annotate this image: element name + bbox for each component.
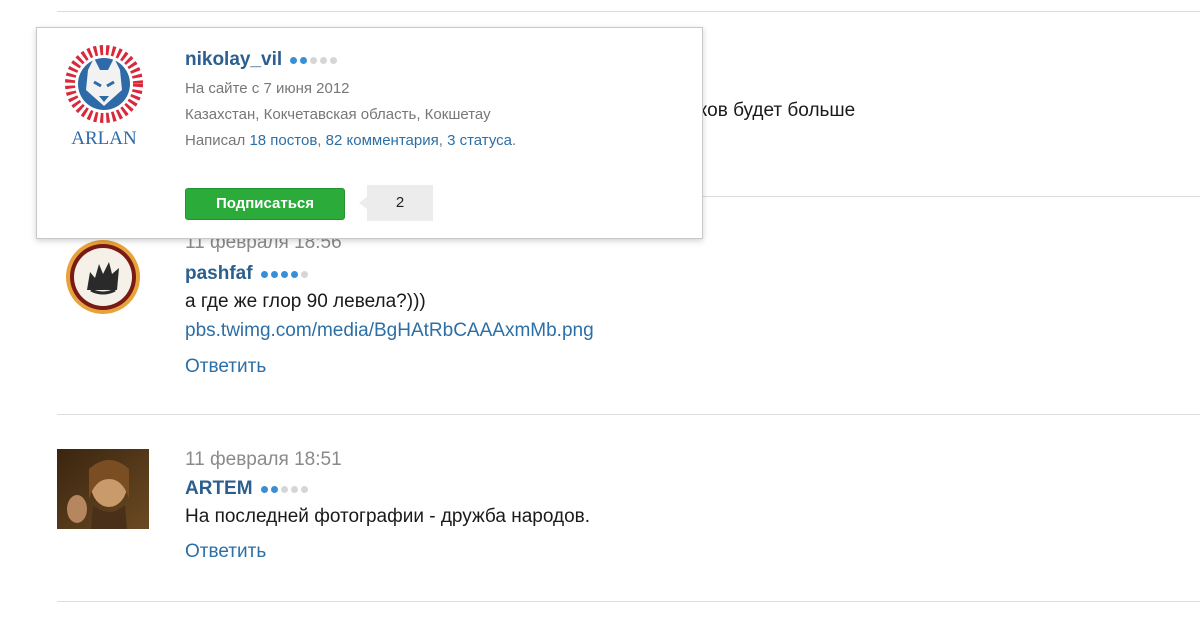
comment-text-partial: иков будет больше bbox=[688, 100, 856, 121]
subscribe-button[interactable]: Подписаться bbox=[185, 188, 345, 220]
comment-author[interactable]: pashfaf bbox=[185, 262, 308, 286]
avatar[interactable]: ARLAN bbox=[55, 42, 153, 152]
rating-dots bbox=[260, 270, 308, 278]
avatar-logo-text: ARLAN bbox=[71, 128, 137, 149]
stats-end: . bbox=[512, 132, 517, 149]
member-since: На сайте с 7 июня 2012 bbox=[185, 80, 350, 97]
avatar[interactable] bbox=[57, 449, 149, 529]
rating-dots bbox=[260, 485, 308, 493]
posts-link[interactable]: 18 постов bbox=[249, 132, 317, 149]
subscribers-count: 2 bbox=[359, 185, 433, 221]
stats-separator: , bbox=[317, 132, 326, 149]
username-label[interactable]: nikolay_vil bbox=[185, 48, 282, 72]
stats-separator: , bbox=[438, 132, 448, 149]
statuses-link[interactable]: 3 статуса bbox=[447, 132, 512, 149]
comment-text: а где же глор 90 левела?))) bbox=[185, 291, 426, 312]
comment-author[interactable]: ARTEM bbox=[185, 477, 308, 501]
comment-divider bbox=[57, 601, 1200, 602]
reply-button[interactable]: Ответить bbox=[185, 352, 594, 382]
user-name[interactable]: nikolay_vil bbox=[185, 48, 338, 72]
user-stats: Написал 18 постов, 82 комментария, 3 ста… bbox=[185, 128, 516, 154]
comment-text: На последней фотографии - дружба народов… bbox=[185, 506, 591, 527]
comment-divider bbox=[57, 414, 1200, 415]
comments-link[interactable]: 82 комментария bbox=[326, 132, 439, 149]
user-location: Казахстан, Кокчетавская область, Кокшета… bbox=[185, 106, 491, 123]
comment-date: 11 февраля 18:51 bbox=[185, 449, 342, 470]
rating-dots bbox=[290, 56, 338, 64]
avatar[interactable] bbox=[57, 238, 149, 316]
reply-button[interactable]: Ответить bbox=[185, 537, 590, 567]
user-card-popup: ARLAN nikolay_vil На сайте с 7 июня 2012… bbox=[36, 27, 703, 239]
author-name[interactable]: pashfaf bbox=[185, 262, 253, 286]
comment-link[interactable]: pbs.twimg.com/media/BgHAtRbCAAAxmMb.png bbox=[185, 316, 594, 346]
stats-prefix: Написал bbox=[185, 132, 250, 149]
comment-divider bbox=[57, 11, 1200, 12]
author-name[interactable]: ARTEM bbox=[185, 477, 253, 501]
